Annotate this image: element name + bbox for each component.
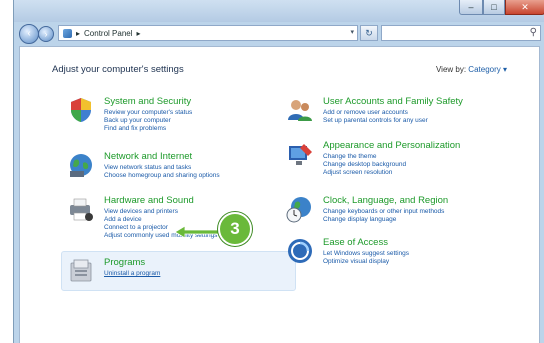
control-panel-window: – □ ✕ ‹ › ▸ Control Panel ▸ ▾ ↻ ⚲ Adjust…	[13, 0, 544, 343]
view-by-label: View by:	[435, 65, 467, 74]
page-title: Adjust your computer's settings	[52, 64, 184, 75]
category-link[interactable]: Adjust screen resolution	[323, 169, 406, 177]
callout-arrow	[175, 226, 223, 238]
close-button[interactable]: ✕	[505, 0, 544, 15]
category-link[interactable]: Set up parental controls for any user	[323, 117, 428, 125]
uninstall-program-link[interactable]: Uninstall a program	[104, 270, 160, 278]
users-icon	[288, 100, 312, 121]
category-link[interactable]: Add or remove user accounts	[323, 109, 428, 117]
category-title[interactable]: User Accounts and Family Safety	[323, 96, 463, 107]
search-icon: ⚲	[529, 27, 537, 38]
breadcrumb-control-panel[interactable]: Control Panel	[84, 29, 132, 38]
forward-button[interactable]: ›	[38, 26, 54, 42]
category-title[interactable]: Network and Internet	[104, 151, 192, 162]
control-panel-icon	[63, 28, 72, 38]
paint-icon	[289, 144, 312, 165]
address-separator: ▸	[136, 28, 141, 38]
category-link[interactable]: Back up your computer	[104, 117, 192, 125]
category-title[interactable]: Ease of Access	[323, 237, 388, 248]
category-title[interactable]: Programs	[104, 257, 145, 268]
view-by: View by: Category ▾	[436, 65, 507, 74]
category-link[interactable]: Find and fix problems	[104, 125, 192, 133]
view-by-dropdown[interactable]: Category ▾	[468, 65, 507, 74]
back-button[interactable]: ‹	[19, 24, 39, 44]
category-title[interactable]: System and Security	[104, 96, 191, 107]
window-controls: – □ ✕	[459, 0, 544, 15]
category-link[interactable]: Review your computer's status	[104, 109, 192, 117]
category-link[interactable]: Change the theme	[323, 153, 406, 161]
category-link[interactable]: Change desktop background	[323, 161, 406, 169]
category-title[interactable]: Hardware and Sound	[104, 195, 194, 206]
category-link[interactable]: Optimize visual display	[323, 258, 409, 266]
programs-icon	[70, 259, 92, 282]
printer-icon	[70, 198, 93, 221]
category-link[interactable]: Choose homegroup and sharing options	[104, 172, 220, 180]
category-link[interactable]: View network status and tasks	[104, 164, 220, 172]
category-title[interactable]: Clock, Language, and Region	[323, 195, 448, 206]
category-link[interactable]: Add a device	[104, 216, 217, 224]
programs-highlight	[61, 251, 296, 291]
shield-icon	[71, 98, 91, 122]
category-link[interactable]: Let Windows suggest settings	[323, 250, 409, 258]
address-separator: ▸	[76, 28, 81, 38]
category-link[interactable]: View devices and printers	[104, 208, 217, 216]
step-number-badge: 3	[218, 212, 252, 246]
category-title[interactable]: Appearance and Personalization	[323, 140, 460, 151]
clock-globe-icon	[286, 197, 311, 223]
title-bar: – □ ✕	[14, 0, 544, 22]
minimize-button[interactable]: –	[459, 0, 483, 15]
ease-of-access-icon	[288, 239, 312, 263]
chevron-down-icon[interactable]: ▾	[350, 28, 354, 36]
address-bar[interactable]: ▸ Control Panel ▸ ▾	[58, 25, 358, 41]
globe-network-icon	[70, 154, 92, 177]
maximize-button[interactable]: □	[483, 0, 505, 15]
main-content: Adjust your computer's settings View by:…	[19, 46, 540, 343]
navigation-bar: ‹ › ▸ Control Panel ▸ ▾ ↻ ⚲	[14, 22, 544, 44]
refresh-button[interactable]: ↻	[360, 25, 378, 41]
category-link[interactable]: Change keyboards or other input methods	[323, 208, 444, 216]
search-input[interactable]: ⚲	[381, 25, 541, 41]
category-link[interactable]: Change display language	[323, 216, 444, 224]
